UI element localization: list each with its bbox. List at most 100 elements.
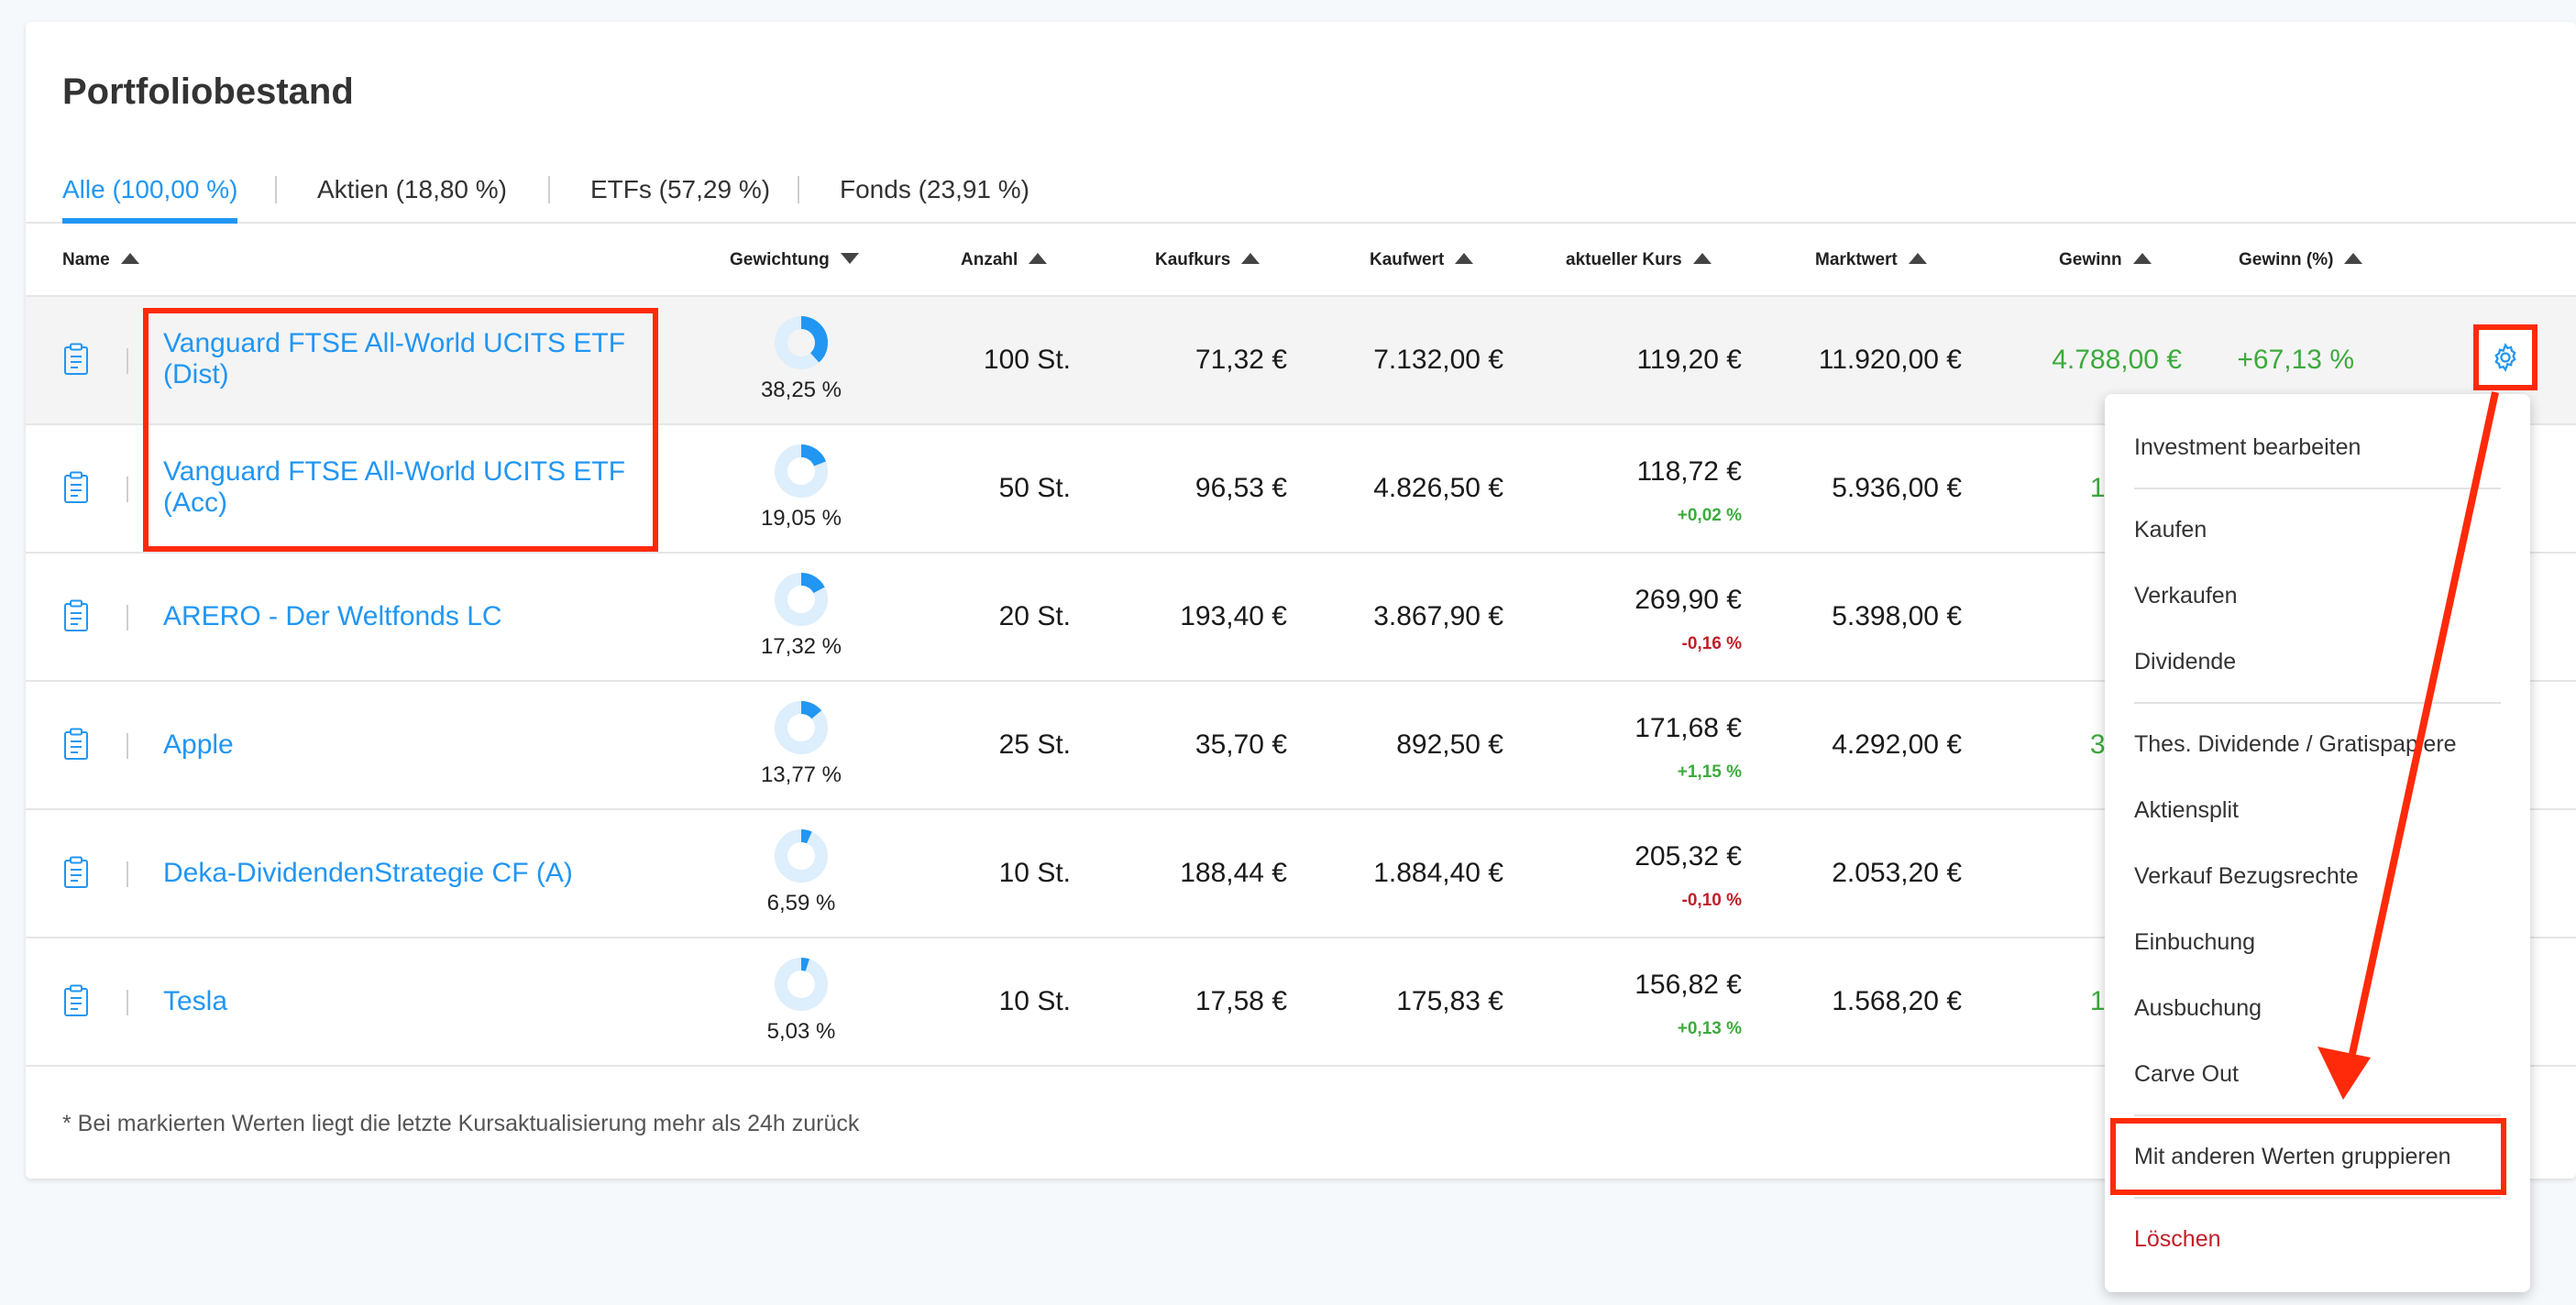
row-divider (127, 861, 128, 887)
row-divider (127, 733, 128, 759)
clipboard-icon[interactable] (62, 856, 90, 889)
tab-etfs[interactable]: ETFs (57,29 %) (590, 165, 770, 224)
footnote: * Bei markierten Werten liegt die letzte… (62, 1111, 860, 1136)
investment-name-link[interactable]: Tesla (163, 986, 227, 1017)
col-gain-pct[interactable]: Gewinn (%) (2239, 224, 2363, 297)
sort-up-icon (1029, 253, 1048, 264)
price-change-cell: -0,16 % (1681, 634, 1742, 653)
price-change-cell: -0,10 % (1681, 891, 1742, 910)
investment-name-link[interactable]: Deka-DividendenStrategie CF (A) (163, 858, 573, 889)
weight-percent: 6,59 % (766, 891, 836, 916)
col-weight[interactable]: Gewichtung (730, 224, 859, 297)
clipboard-icon[interactable] (62, 343, 90, 376)
row-divider (127, 477, 128, 502)
menu-item-delete[interactable]: Löschen (2134, 1226, 2221, 1253)
sort-down-icon (840, 253, 859, 264)
menu-item-group[interactable]: Mit anderen Werten gruppieren (2134, 1144, 2451, 1170)
tab-divider (275, 176, 277, 203)
buy-value-cell: 7.132,00 € (1373, 345, 1503, 375)
clipboard-icon[interactable] (62, 471, 90, 504)
clipboard-icon[interactable] (62, 728, 90, 761)
qty-cell: 50 St. (998, 473, 1071, 503)
col-buy-value[interactable]: Kaufwert (1370, 224, 1474, 297)
weight-percent: 5,03 % (766, 1019, 836, 1044)
current-price-cell: 118,72 € (1636, 456, 1742, 487)
sort-up-icon (1692, 253, 1712, 264)
qty-cell: 10 St. (998, 858, 1071, 888)
menu-item-rights-sale[interactable]: Verkauf Bezugsrechte (2134, 863, 2359, 890)
qty-cell: 100 St. (983, 345, 1071, 375)
current-price-cell: 269,90 € (1635, 585, 1742, 615)
tab-stocks[interactable]: Aktien (18,80 %) (317, 165, 507, 224)
market-value-cell: 1.568,20 € (1832, 986, 1962, 1016)
col-qty[interactable]: Anzahl (961, 224, 1048, 297)
menu-divider (2134, 488, 2501, 489)
weight-donut (775, 444, 828, 498)
qty-cell: 25 St. (998, 729, 1071, 760)
clipboard-icon[interactable] (62, 599, 90, 632)
investment-name-link[interactable]: ARERO - Der Weltfonds LC (163, 601, 502, 632)
menu-item-buy[interactable]: Kaufen (2134, 517, 2207, 543)
gear-icon (2494, 343, 2516, 372)
sort-up-icon (1241, 253, 1260, 264)
weight-donut (775, 316, 828, 369)
weight-donut (775, 829, 828, 883)
weight-donut (775, 573, 828, 626)
col-buy-price[interactable]: Kaufkurs (1155, 224, 1260, 297)
menu-item-booking-out[interactable]: Ausbuchung (2134, 995, 2262, 1022)
investment-name-link[interactable]: Apple (163, 729, 234, 761)
qty-cell: 10 St. (998, 986, 1071, 1016)
col-name[interactable]: Name (62, 224, 139, 297)
tab-funds[interactable]: Fonds (23,91 %) (840, 165, 1029, 224)
buy-price-cell: 35,70 € (1194, 729, 1287, 760)
row-divider (127, 605, 128, 631)
market-value-cell: 5.936,00 € (1832, 473, 1962, 503)
buy-price-cell: 96,53 € (1194, 473, 1287, 503)
market-value-cell: 5.398,00 € (1832, 601, 1962, 631)
col-current-price[interactable]: aktueller Kurs (1566, 224, 1712, 297)
market-value-cell: 2.053,20 € (1832, 858, 1962, 888)
weight-percent: 13,77 % (760, 762, 842, 787)
current-price-cell: 205,32 € (1635, 841, 1742, 872)
buy-price-cell: 17,58 € (1194, 986, 1287, 1016)
market-value-cell: 11.920,00 € (1818, 345, 1962, 375)
clipboard-icon[interactable] (62, 984, 90, 1017)
context-menu: Investment bearbeiten Kaufen Verkaufen D… (2105, 394, 2530, 1292)
tab-divider (548, 176, 550, 203)
buy-value-cell: 175,83 € (1396, 986, 1503, 1016)
buy-value-cell: 892,50 € (1396, 729, 1503, 760)
investment-name-link[interactable]: Vanguard FTSE All-World UCITS ETF (Dist) (163, 328, 677, 390)
weight-donut (775, 958, 828, 1011)
qty-cell: 20 St. (998, 601, 1071, 631)
menu-item-thes-dividend[interactable]: Thes. Dividende / Gratispapiere (2134, 731, 2457, 758)
menu-item-booking-in[interactable]: Einbuchung (2134, 929, 2255, 956)
menu-item-split[interactable]: Aktiensplit (2134, 797, 2239, 824)
page-title: Portfoliobestand (62, 71, 354, 112)
col-gain[interactable]: Gewinn (2059, 224, 2152, 297)
price-change-cell: +0,02 % (1677, 506, 1742, 525)
sort-up-icon (1908, 253, 1927, 264)
sort-up-icon (2344, 253, 2363, 264)
col-market-value[interactable]: Marktwert (1815, 224, 1927, 297)
menu-item-dividend[interactable]: Dividende (2134, 649, 2236, 675)
weight-percent: 38,25 % (760, 378, 842, 402)
weight-donut (775, 701, 828, 754)
weight-percent: 17,32 % (760, 634, 842, 659)
tab-bar: Alle (100,00 %) Aktien (18,80 %) ETFs (5… (26, 165, 2576, 224)
menu-item-edit[interactable]: Investment bearbeiten (2134, 434, 2361, 461)
tab-divider (798, 176, 799, 203)
buy-value-cell: 4.826,50 € (1373, 473, 1503, 503)
gain-percent-cell: +67,13 % (2237, 345, 2354, 375)
sort-up-icon (1455, 253, 1474, 264)
buy-price-cell: 71,32 € (1194, 345, 1287, 375)
menu-item-sell[interactable]: Verkaufen (2134, 583, 2238, 609)
price-change-cell: +1,15 % (1677, 762, 1742, 782)
menu-item-carve-out[interactable]: Carve Out (2134, 1061, 2239, 1088)
price-change-cell: +0,13 % (1677, 1019, 1742, 1038)
market-value-cell: 4.292,00 € (1832, 729, 1962, 760)
menu-divider (2134, 702, 2501, 704)
investment-name-link[interactable]: Vanguard FTSE All-World UCITS ETF (Acc) (163, 456, 677, 519)
row-divider (127, 348, 128, 374)
tab-all[interactable]: Alle (100,00 %) (62, 165, 238, 224)
row-settings-button[interactable] (2473, 324, 2537, 390)
